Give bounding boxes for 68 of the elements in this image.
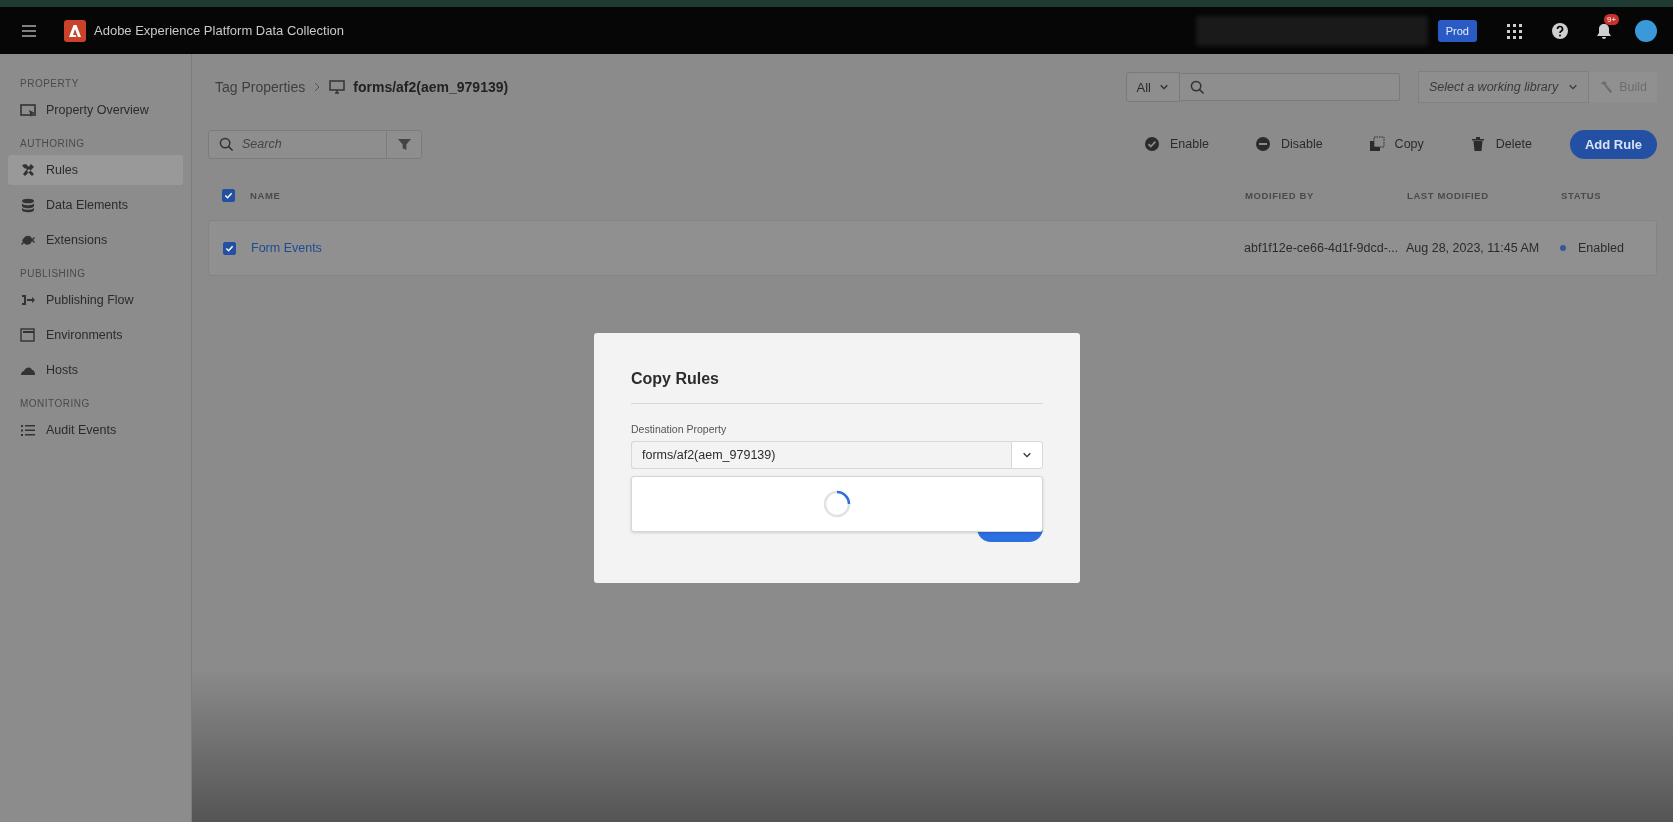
app-grid-icon[interactable] xyxy=(1505,21,1523,40)
user-avatar[interactable] xyxy=(1635,19,1657,42)
status-text: Enabled xyxy=(1578,241,1624,255)
filter-icon xyxy=(397,137,411,151)
sidebar-section-heading: AUTHORING xyxy=(19,137,86,151)
check-icon xyxy=(224,190,233,200)
check-icon xyxy=(1144,136,1160,152)
sidebar-item[interactable]: Rules xyxy=(8,155,183,185)
sidebar-item[interactable]: Property Overview xyxy=(8,95,183,125)
trash-icon xyxy=(1469,136,1486,152)
database-icon xyxy=(20,197,36,213)
app-title: Adobe Experience Platform Data Collection xyxy=(94,23,345,38)
rule-name-link[interactable]: Form Events xyxy=(251,241,322,255)
library-select[interactable]: Select a working library xyxy=(1418,71,1590,103)
toolbar-action[interactable]: Copy xyxy=(1364,132,1428,156)
scope-dropdown[interactable]: All xyxy=(1125,72,1180,102)
chevron-right-icon xyxy=(313,82,322,92)
monitor-icon xyxy=(329,79,346,95)
column-header[interactable]: STATUS xyxy=(1561,189,1602,201)
tools-icon xyxy=(20,162,36,178)
sidebar-item[interactable]: Environments xyxy=(8,320,183,350)
sidebar-section-heading: PROPERTY xyxy=(19,77,80,91)
environment-badge[interactable]: Prod xyxy=(1437,19,1477,42)
help-icon[interactable] xyxy=(1551,21,1569,40)
app-logo-icon xyxy=(64,19,86,42)
search-icon xyxy=(219,136,234,152)
chevron-down-icon xyxy=(1159,82,1169,92)
search-placeholder: Search xyxy=(242,137,282,151)
sidebar-section-heading: PUBLISHING xyxy=(19,267,87,281)
sidebar-item[interactable]: Hosts xyxy=(8,355,183,385)
table-row[interactable]: Form Events abf1f12e-ce66-4d1f-9dcd-... Aug 28, 2023, 11:45 AM Enabled xyxy=(208,220,1657,276)
check-icon xyxy=(225,243,234,253)
column-header[interactable]: NAME xyxy=(250,189,281,201)
field-label: Destination Property xyxy=(631,423,728,435)
flow-icon xyxy=(20,292,36,308)
breadcrumb-current: forms/af2(aem_979139) xyxy=(353,79,509,95)
overview-icon xyxy=(20,102,36,118)
list-icon xyxy=(20,422,36,438)
column-header[interactable]: LAST MODIFIED xyxy=(1407,189,1489,201)
row-checkbox[interactable] xyxy=(223,241,236,255)
sidebar-item[interactable]: Publishing Flow xyxy=(8,285,183,315)
search-icon xyxy=(1190,79,1205,95)
copy-icon xyxy=(1368,136,1385,152)
windows-icon xyxy=(20,327,36,343)
notification-bell-icon[interactable] xyxy=(1595,21,1613,40)
sidebar-item[interactable]: Audit Events xyxy=(8,415,183,445)
minus-icon xyxy=(1254,136,1271,152)
sidebar-section-heading: MONITORING xyxy=(19,397,91,411)
search-field[interactable]: Search xyxy=(208,129,422,159)
add-rule-button[interactable]: Add Rule xyxy=(1569,129,1657,159)
dialog-title: Copy Rules xyxy=(631,370,1043,404)
table-cell: Aug 28, 2023, 11:45 AM xyxy=(1406,241,1540,255)
destination-property-field[interactable]: forms/af2(aem_979139) xyxy=(631,441,1011,469)
notification-count: 9+ xyxy=(1604,13,1620,25)
hammer-icon xyxy=(1599,80,1614,94)
table-cell: abf1f12e-ce66-4d1f-9dcd-... xyxy=(1244,241,1399,255)
toolbar-action[interactable]: Enable xyxy=(1140,132,1213,156)
sidebar-item[interactable]: Extensions xyxy=(8,225,183,255)
column-header[interactable]: MODIFIED BY xyxy=(1245,189,1314,201)
sidebar-item[interactable]: Data Elements xyxy=(8,190,183,220)
search-field[interactable] xyxy=(1180,73,1400,101)
chevron-down-icon xyxy=(1022,450,1032,460)
breadcrumb-link[interactable]: Tag Properties xyxy=(215,79,306,95)
menu-icon[interactable] xyxy=(22,24,36,37)
toolbar-action[interactable]: Disable xyxy=(1250,132,1327,156)
select-all-checkbox[interactable] xyxy=(222,188,235,202)
chevron-down-icon xyxy=(1568,82,1579,92)
toolbar-action[interactable]: Delete xyxy=(1465,132,1536,156)
